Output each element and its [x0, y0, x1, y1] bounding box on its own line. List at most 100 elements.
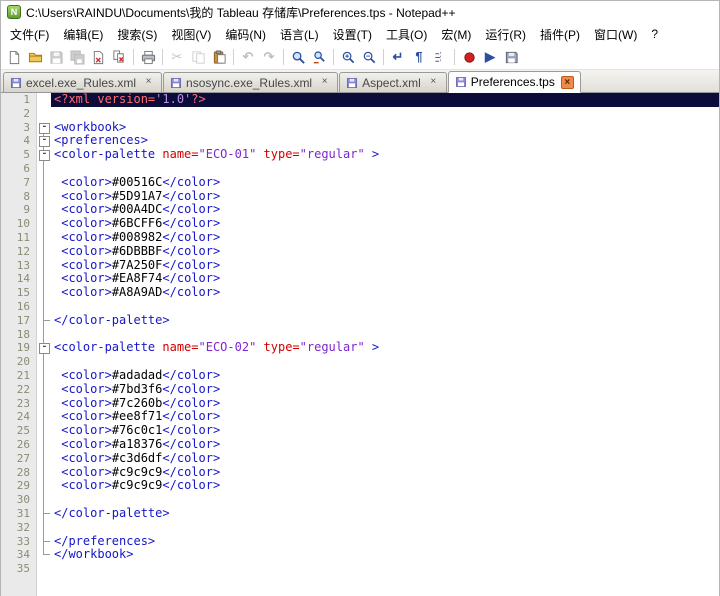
fold-toggle-icon[interactable]: [37, 341, 51, 356]
code-line-text[interactable]: [51, 328, 719, 342]
code-token: <color-palette: [54, 147, 163, 162]
code-line-text[interactable]: <color>#00516C</color>: [51, 175, 719, 190]
code-line-text[interactable]: <color>#c3d6df</color>: [51, 450, 719, 466]
menu-item-4[interactable]: 视图(V): [164, 23, 218, 46]
fold-toggle-icon[interactable]: [37, 120, 51, 135]
copy-button[interactable]: [188, 47, 208, 67]
code-token: </color>: [162, 216, 221, 231]
undo-button[interactable]: ↶: [238, 47, 258, 67]
zoom-out-button[interactable]: [359, 47, 379, 67]
line-number: 11: [1, 230, 37, 245]
code-empty-area[interactable]: [51, 576, 719, 596]
code-line-text[interactable]: <color-palette name="ECO-02" type="regul…: [51, 340, 719, 355]
line-number: 23: [1, 396, 37, 411]
menu-item-10[interactable]: 运行(R): [478, 23, 533, 46]
indent-guide-button[interactable]: [430, 47, 450, 67]
line-number: 27: [1, 451, 37, 466]
menu-item-6[interactable]: 语言(L): [273, 23, 326, 46]
print-button[interactable]: [138, 47, 158, 67]
open-folder-button[interactable]: [25, 47, 45, 67]
menu-item-9[interactable]: 宏(M): [434, 23, 478, 46]
code-line: 5 <color-palette name="ECO-01" type="regu…: [1, 147, 719, 162]
close-all-files-icon: [111, 49, 127, 65]
code-token: #c3d6df: [111, 450, 163, 465]
code-line-text[interactable]: <?xml version='1.0'?>: [51, 93, 719, 107]
code-line-text[interactable]: <color-palette name="ECO-01" type="regul…: [51, 147, 719, 162]
code-line-text[interactable]: <color>#A8A9AD</color>: [51, 285, 719, 300]
code-line-text[interactable]: <color>#ee8f71</color>: [51, 409, 719, 424]
code-line-text[interactable]: [51, 562, 719, 576]
code-line-text[interactable]: <workbook>: [51, 119, 719, 135]
redo-button[interactable]: ↷: [259, 47, 279, 67]
code-line-text[interactable]: </workbook>: [51, 547, 719, 562]
menu-item-12[interactable]: 窗口(W): [587, 23, 644, 46]
code-line-text[interactable]: </color-palette>: [51, 506, 719, 521]
fold-margin: [37, 396, 51, 411]
zoom-in-button[interactable]: [338, 47, 358, 67]
tab-nsosync-exe-rules-xml[interactable]: nsosync.exe_Rules.xml ×: [163, 72, 339, 92]
record-macro-button[interactable]: [459, 47, 479, 67]
code-line-text[interactable]: <color>#6DBBBF</color>: [51, 244, 719, 259]
fold-toggle-icon[interactable]: [37, 148, 51, 162]
code-line-text[interactable]: <color>#6BCFF6</color>: [51, 216, 719, 231]
code-line-text[interactable]: <preferences>: [51, 133, 719, 148]
new-file-button[interactable]: [4, 47, 24, 67]
code-line-text[interactable]: <color>#EA8F74</color>: [51, 271, 719, 286]
save-macro-button[interactable]: [501, 47, 521, 67]
code-line-text[interactable]: <color>#7bd3f6</color>: [51, 382, 719, 397]
code-line-text[interactable]: [51, 107, 719, 121]
play-macro-icon: ▶: [485, 49, 495, 64]
code-line-text[interactable]: <color>#7c260b</color>: [51, 396, 719, 411]
tab-preferences-tps[interactable]: Preferences.tps ×: [447, 71, 581, 93]
tab-aspect-xml[interactable]: Aspect.xml ×: [339, 72, 447, 92]
code-line-text[interactable]: [51, 300, 719, 314]
code-token: <workbook>: [54, 119, 127, 134]
code-line-text[interactable]: [51, 493, 719, 507]
code-line-text[interactable]: <color>#a18376</color>: [51, 437, 719, 452]
word-wrap-button[interactable]: ↵: [388, 47, 408, 67]
tab-close-icon[interactable]: ×: [142, 76, 155, 89]
menu-item-3[interactable]: 搜索(S): [110, 23, 164, 46]
menu-item-8[interactable]: 工具(O): [379, 23, 434, 46]
tab-close-icon[interactable]: ×: [427, 76, 440, 89]
play-macro-button[interactable]: ▶: [480, 47, 500, 67]
tab-close-icon[interactable]: ×: [318, 76, 331, 89]
menu-item-2[interactable]: 编辑(E): [56, 23, 110, 46]
code-line-text[interactable]: <color>#5D91A7</color>: [51, 189, 719, 204]
save-button[interactable]: [46, 47, 66, 67]
code-line-text[interactable]: <color>#adadad</color>: [51, 368, 719, 383]
toolbar-separator: [162, 49, 163, 65]
tab-close-icon[interactable]: ×: [560, 75, 574, 89]
save-all-button[interactable]: [67, 47, 87, 67]
code-line-text[interactable]: <color>#008982</color>: [51, 230, 719, 245]
replace-button[interactable]: [309, 47, 329, 67]
menu-item-13[interactable]: ?: [644, 24, 665, 44]
code-line-text[interactable]: [51, 521, 719, 535]
window-title: C:\Users\RAINDU\Documents\我的 Tableau 存储库…: [26, 5, 456, 20]
code-line: 12 <color>#6DBBBF</color>: [1, 244, 719, 259]
code-line-text[interactable]: </color-palette>: [51, 313, 719, 328]
cut-button[interactable]: ✂: [167, 47, 187, 67]
find-button[interactable]: [288, 47, 308, 67]
code-line-text[interactable]: <color>#7A250F</color>: [51, 258, 719, 273]
show-all-chars-button[interactable]: ¶: [409, 47, 429, 67]
menu-item-1[interactable]: 文件(F): [3, 23, 56, 46]
code-line-text[interactable]: <color>#00A4DC</color>: [51, 202, 719, 217]
menu-item-7[interactable]: 设置(T): [326, 23, 379, 46]
code-line-text[interactable]: <color>#c9c9c9</color>: [51, 478, 719, 493]
code-line: 29 <color>#c9c9c9</color>: [1, 478, 719, 494]
tab-excel-exe-rules-xml[interactable]: excel.exe_Rules.xml ×: [3, 72, 163, 92]
code-line-text[interactable]: [51, 355, 719, 369]
paste-button[interactable]: [209, 47, 229, 67]
menu-item-11[interactable]: 插件(P): [533, 23, 587, 46]
code-line-text[interactable]: </preferences>: [51, 534, 719, 549]
menu-item-5[interactable]: 编码(N): [218, 23, 273, 46]
editor[interactable]: 1 <?xml version='1.0'?> 23 <workbook> 4 <pref…: [1, 93, 719, 596]
close-file-button[interactable]: [88, 47, 108, 67]
close-all-files-button[interactable]: [109, 47, 129, 67]
code-line-text[interactable]: <color>#c9c9c9</color>: [51, 465, 719, 480]
fold-toggle-icon[interactable]: [37, 134, 51, 149]
code-line-text[interactable]: <color>#76c0c1</color>: [51, 423, 719, 438]
code-line-text[interactable]: [51, 162, 719, 176]
